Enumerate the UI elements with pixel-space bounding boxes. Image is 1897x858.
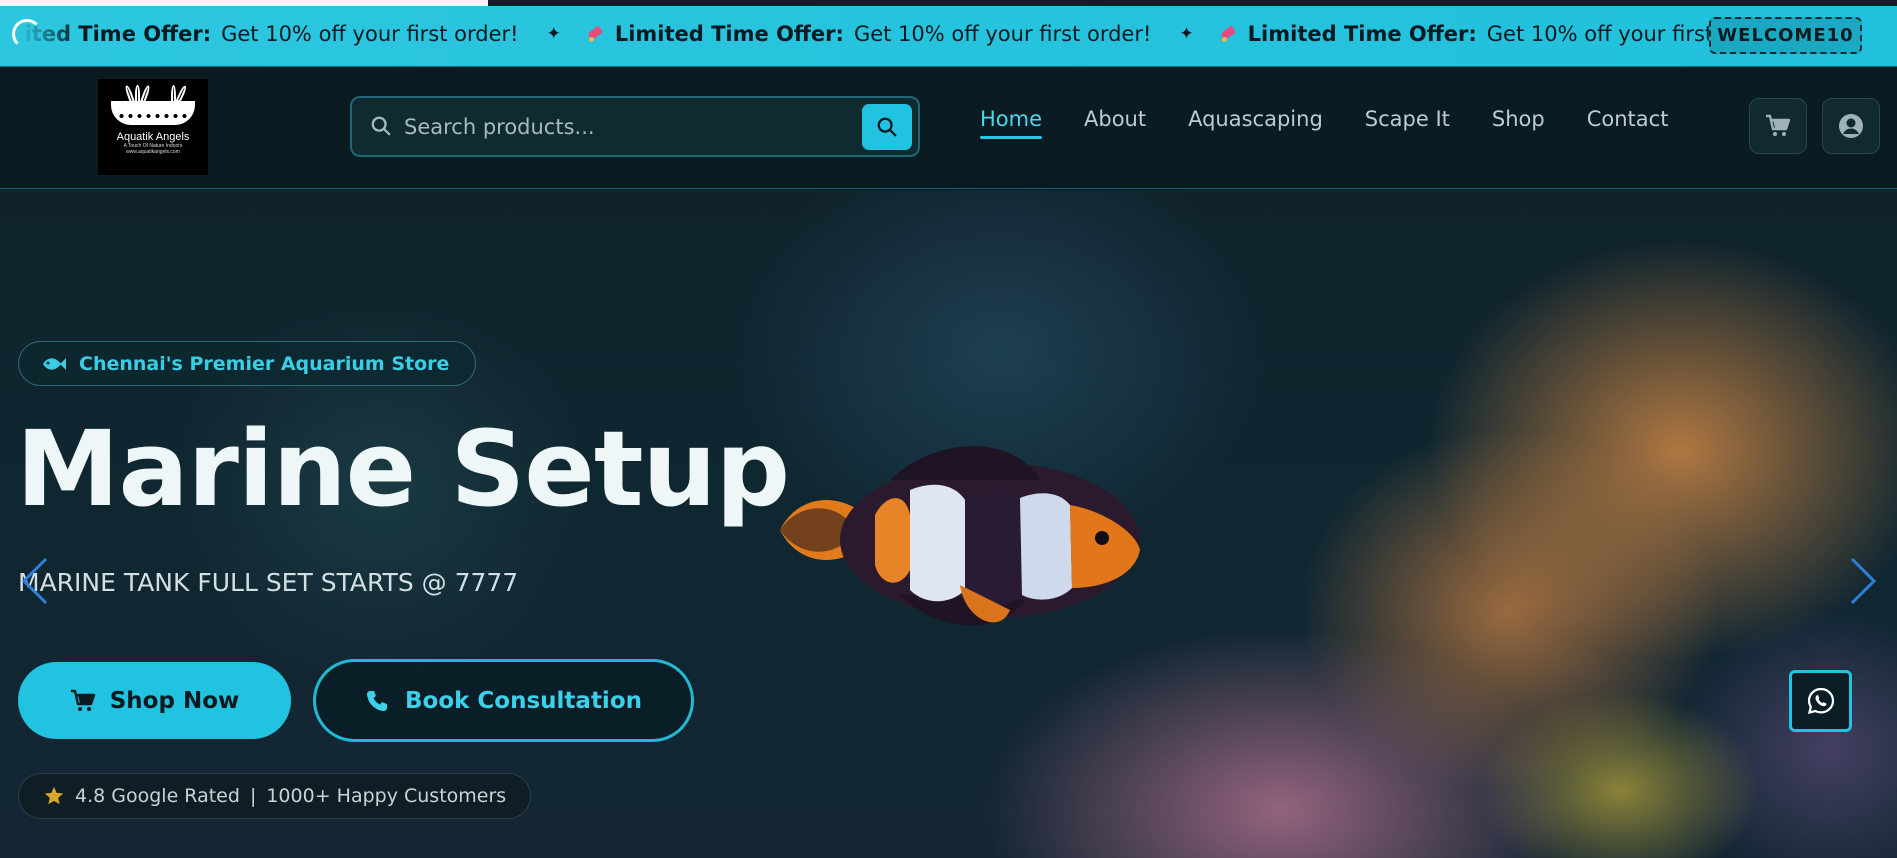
whatsapp-button[interactable] [1789,670,1852,732]
search-icon [371,116,391,136]
nav-item-scape-it[interactable]: Scape It [1365,107,1450,139]
promo-bar: Limited Time Offer: Get 10% off your fir… [0,0,1897,67]
promo-message: Get 10% off your first order! [853,21,1152,46]
rating-text: 4.8 Google Rated [75,785,240,807]
search-button[interactable] [862,104,912,150]
rating-badge: 4.8 Google Rated | 1000+ Happy Customers [18,773,532,819]
nav-item-shop[interactable]: Shop [1492,107,1545,139]
nav-item-about[interactable]: About [1084,107,1146,139]
search-input[interactable] [404,106,844,148]
promo-marquee: Limited Time Offer: Get 10% off your fir… [0,0,1850,66]
whatsapp-icon [1807,687,1834,715]
cart-button[interactable] [1749,98,1807,154]
site-header: Aquatik Angels A Touch Of Nature Indoors… [0,67,1897,189]
page-progress-bar [0,0,1897,6]
store-badge-text: Chennai's Premier Aquarium Store [79,352,450,375]
logo-mark [107,84,199,125]
search-bar [350,96,920,157]
shop-now-button[interactable]: Shop Now [18,662,291,739]
hero-banner: Chennai's Premier Aquarium Store Marine … [0,190,1897,858]
promo-prefix: Limited Time Offer: [1247,21,1477,46]
fish-icon [43,357,66,370]
promo-item: Limited Time Offer: Get 10% off your fir… [1218,21,1784,46]
page-progress-fill [0,0,488,6]
logo-name: Aquatik Angels [116,131,190,143]
chevron-right-icon[interactable] [1846,555,1880,607]
hero-title: Marine Setup [16,408,790,530]
rocket-icon [585,24,605,44]
book-consultation-button[interactable]: Book Consultation [313,659,694,742]
chevron-left-icon[interactable] [18,555,52,607]
book-consultation-label: Book Consultation [404,687,642,714]
star-icon [44,786,64,805]
logo-url: www.aquatikangels.com [126,149,180,155]
sparkle-icon: ✦ [1179,23,1194,44]
cart-icon [70,689,95,711]
nav-item-aquascaping[interactable]: Aquascaping [1188,107,1323,139]
account-button[interactable] [1822,98,1880,154]
nav-item-home[interactable]: Home [980,107,1043,139]
promo-item: Limited Time Offer: Get 10% off your fir… [585,21,1152,46]
rocket-icon [1218,24,1238,44]
phone-icon [366,690,387,711]
promo-prefix: Limited Time Offer: [614,21,844,46]
cart-icon [1766,114,1791,136]
main-nav: Home About Aquascaping Scape It Shop Con… [980,107,1710,139]
shop-now-label: Shop Now [109,687,240,714]
search-icon [877,117,897,137]
rating-separator: | [249,785,257,807]
user-icon [1839,114,1863,138]
site-logo[interactable]: Aquatik Angels A Touch Of Nature Indoors… [98,79,208,175]
coupon-code[interactable]: WELCOME10 [1709,17,1862,54]
sparkle-icon: ✦ [546,23,561,44]
hero-subtitle: MARINE TANK FULL SET STARTS @ 7777 [18,568,519,597]
clownfish-image [780,446,1140,626]
customers-text: 1000+ Happy Customers [266,785,507,807]
spinner-icon [12,19,42,49]
store-badge: Chennai's Premier Aquarium Store [18,341,477,386]
nav-item-contact[interactable]: Contact [1587,107,1669,139]
promo-message: Get 10% off your first order! [221,21,519,46]
